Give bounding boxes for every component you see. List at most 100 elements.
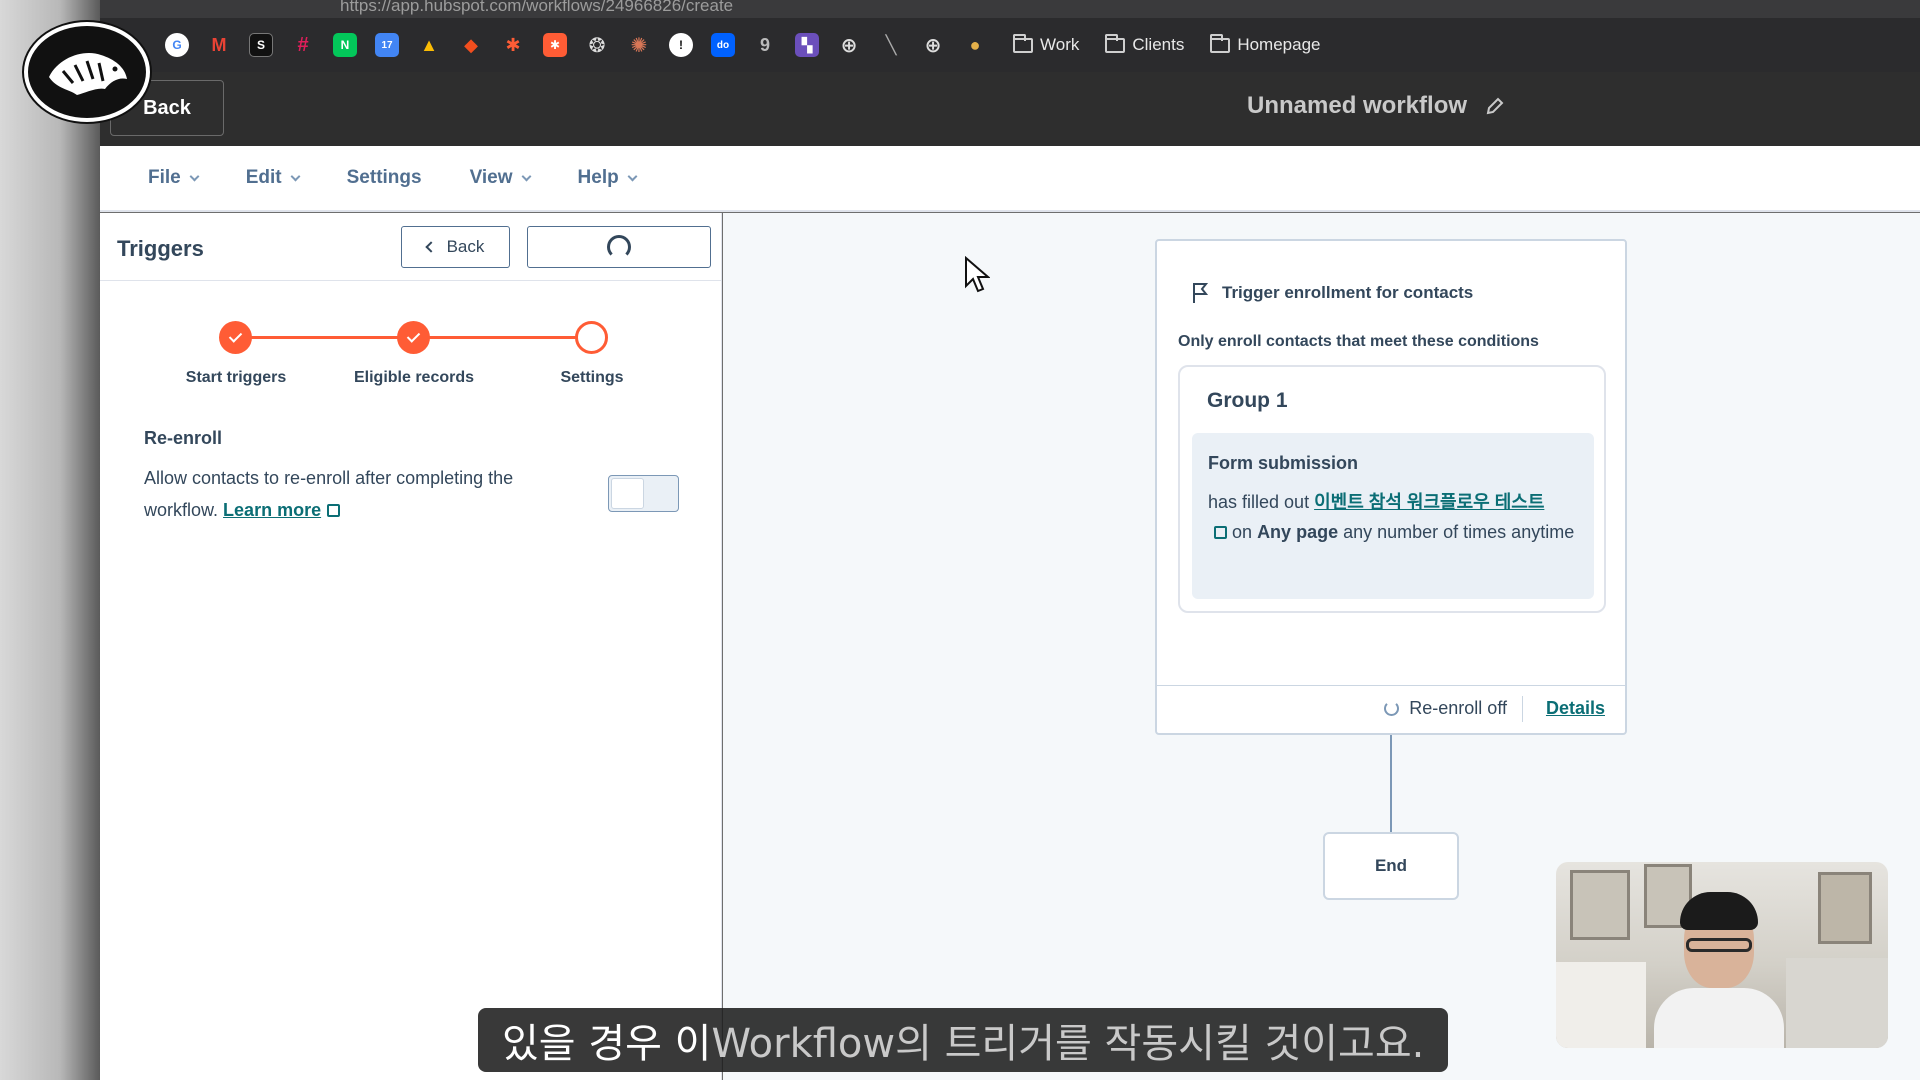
trigger-card-heading: Trigger enrollment for contacts bbox=[1190, 281, 1473, 305]
step-label: Start triggers bbox=[185, 369, 287, 386]
chevron-left-icon bbox=[424, 241, 437, 253]
workflow-connector bbox=[1390, 735, 1392, 832]
calendar-icon[interactable]: 17 bbox=[375, 33, 399, 57]
step-label: Settings bbox=[560, 369, 624, 386]
hubspot-square-icon[interactable]: ✱ bbox=[543, 33, 567, 57]
step-label: Eligible records bbox=[353, 369, 475, 386]
filter-page: Any page bbox=[1257, 522, 1339, 542]
globe-icon[interactable]: ⊕ bbox=[837, 33, 861, 57]
reenroll-heading: Re-enroll bbox=[144, 428, 223, 448]
reenroll-description: Allow contacts to re-enroll after comple… bbox=[144, 462, 584, 526]
reenroll-status-text: Re-enroll off bbox=[1409, 698, 1507, 718]
toggle-knob bbox=[611, 478, 644, 509]
slack-icon[interactable]: # bbox=[291, 33, 315, 57]
openai-icon[interactable]: ❂ bbox=[585, 33, 609, 57]
enrollment-trigger-card[interactable]: Trigger enrollment for contacts Only enr… bbox=[1155, 239, 1627, 735]
filter-criteria[interactable]: Form submission has filled out 이벤트 참석 워크… bbox=[1192, 433, 1594, 599]
step-current-dot[interactable] bbox=[575, 321, 608, 354]
filter-description: has filled out 이벤트 참석 워크플로우 테스트 on Any p… bbox=[1208, 487, 1588, 547]
presenter-hair bbox=[1680, 892, 1758, 930]
subtitle-part-1: 있을 경우 이 bbox=[502, 1021, 712, 1067]
workflow-title-text: Unnamed workflow bbox=[1247, 92, 1468, 119]
presenter-glasses bbox=[1686, 938, 1752, 952]
wall-frame bbox=[1570, 870, 1630, 940]
palette-icon[interactable]: ● bbox=[963, 33, 987, 57]
drive-icon[interactable]: ▲ bbox=[417, 33, 441, 57]
video-background bbox=[0, 0, 100, 1080]
filter-prefix: has filled out bbox=[1208, 492, 1310, 512]
loading-spinner-icon bbox=[607, 235, 631, 259]
url-text: https://app.hubspot.com/workflows/249668… bbox=[340, 0, 734, 15]
step-done-dot[interactable] bbox=[219, 321, 252, 354]
filter-suffix: any number of times anytime bbox=[1343, 522, 1575, 542]
nine-icon[interactable]: 9 bbox=[753, 33, 777, 57]
learn-more-link[interactable]: Learn more bbox=[223, 500, 321, 520]
menu-label: Help bbox=[577, 167, 619, 188]
external-link-icon[interactable] bbox=[1214, 526, 1227, 539]
folder-icon bbox=[1105, 33, 1126, 53]
trigger-card-heading-text: Trigger enrollment for contacts bbox=[1222, 283, 1474, 302]
form-link[interactable]: 이벤트 참석 워크플로우 테스트 bbox=[1314, 492, 1544, 512]
mouse-cursor-icon bbox=[965, 256, 990, 293]
bookmark-folder-label: Work bbox=[1040, 35, 1080, 54]
filter-group: Group 1 Form submission has filled out 이… bbox=[1178, 365, 1606, 613]
menu-bar: File Edit Settings View Help bbox=[100, 146, 1920, 212]
menu-file[interactable]: File bbox=[148, 167, 200, 189]
check-icon bbox=[228, 328, 243, 343]
panel-back-label: Back bbox=[446, 237, 485, 256]
step-connector bbox=[236, 336, 412, 339]
menu-label: File bbox=[148, 167, 181, 188]
dropbox-icon[interactable]: do bbox=[711, 33, 735, 57]
app-icon[interactable]: S bbox=[249, 33, 273, 57]
address-bar[interactable]: https://app.hubspot.com/workflows/249668… bbox=[100, 0, 1920, 18]
workflow-title[interactable]: Unnamed workflow bbox=[1247, 92, 1505, 120]
menu-label: Edit bbox=[245, 167, 282, 188]
presenter-body bbox=[1654, 988, 1784, 1048]
triggers-panel: Triggers Back Start triggers Eligible re… bbox=[100, 213, 722, 1080]
info-icon[interactable]: ! bbox=[669, 33, 693, 57]
step-done-dot[interactable] bbox=[397, 321, 430, 354]
claude-icon[interactable]: ✺ bbox=[627, 33, 651, 57]
hubspot-icon[interactable]: ✱ bbox=[501, 33, 525, 57]
reenroll-toggle[interactable] bbox=[608, 475, 679, 512]
menu-view[interactable]: View bbox=[469, 167, 531, 189]
folder-icon bbox=[1013, 33, 1033, 53]
subtitle-part-2: Workflow의 트리거를 작동시킬 것이고요. bbox=[711, 1021, 1425, 1067]
grid-icon[interactable]: ▚ bbox=[795, 33, 819, 57]
details-link[interactable]: Details bbox=[1546, 698, 1605, 719]
bookmark-folder-clients[interactable]: Clients bbox=[1105, 33, 1185, 55]
menu-edit[interactable]: Edit bbox=[245, 167, 301, 189]
figma-icon[interactable]: ◆ bbox=[459, 33, 483, 57]
flag-icon bbox=[1193, 283, 1209, 303]
refresh-icon bbox=[1384, 701, 1400, 716]
bookmark-folder-work[interactable]: Work bbox=[1013, 33, 1080, 55]
bookmark-folder-label: Clients bbox=[1132, 35, 1185, 54]
naver-icon[interactable]: N bbox=[333, 33, 357, 57]
trigger-card-subheading: Only enroll contacts that meet these con… bbox=[1178, 333, 1539, 350]
end-node[interactable]: End bbox=[1323, 832, 1459, 900]
bookmarks-bar: G M S # N 17 ▲ ◆ ✱ ✱ ❂ ✺ ! do 9 ▚ ⊕ ╲ ⊕ … bbox=[165, 30, 1321, 60]
group-title: Group 1 bbox=[1207, 389, 1288, 412]
panel-back-button[interactable]: Back bbox=[401, 226, 510, 268]
chevron-down-icon bbox=[627, 171, 638, 181]
next-button-loading[interactable] bbox=[527, 226, 711, 268]
gmail-icon[interactable]: M bbox=[207, 33, 231, 57]
channel-logo bbox=[24, 22, 150, 122]
pencil-icon[interactable] bbox=[1485, 96, 1505, 116]
pen-icon[interactable]: ╲ bbox=[879, 33, 903, 57]
google-icon[interactable]: G bbox=[165, 33, 189, 57]
menu-label: Settings bbox=[346, 167, 422, 188]
filter-on: on bbox=[1232, 522, 1253, 542]
trigger-card-footer: Re-enroll off Details bbox=[1157, 685, 1625, 733]
globe-2-icon[interactable]: ⊕ bbox=[921, 33, 945, 57]
footer-divider bbox=[1522, 696, 1523, 722]
check-icon bbox=[406, 328, 421, 343]
bookmark-folder-homepage[interactable]: Homepage bbox=[1210, 33, 1321, 55]
menu-label: View bbox=[469, 167, 513, 188]
menu-settings[interactable]: Settings bbox=[347, 167, 422, 189]
printer bbox=[1556, 962, 1646, 1048]
video-subtitle: 있을 경우 이 Workflow의 트리거를 작동시킬 것이고요. bbox=[478, 1008, 1449, 1072]
chevron-down-icon bbox=[521, 171, 531, 181]
bookmark-folder-label: Homepage bbox=[1237, 35, 1321, 54]
menu-help[interactable]: Help bbox=[577, 167, 638, 189]
